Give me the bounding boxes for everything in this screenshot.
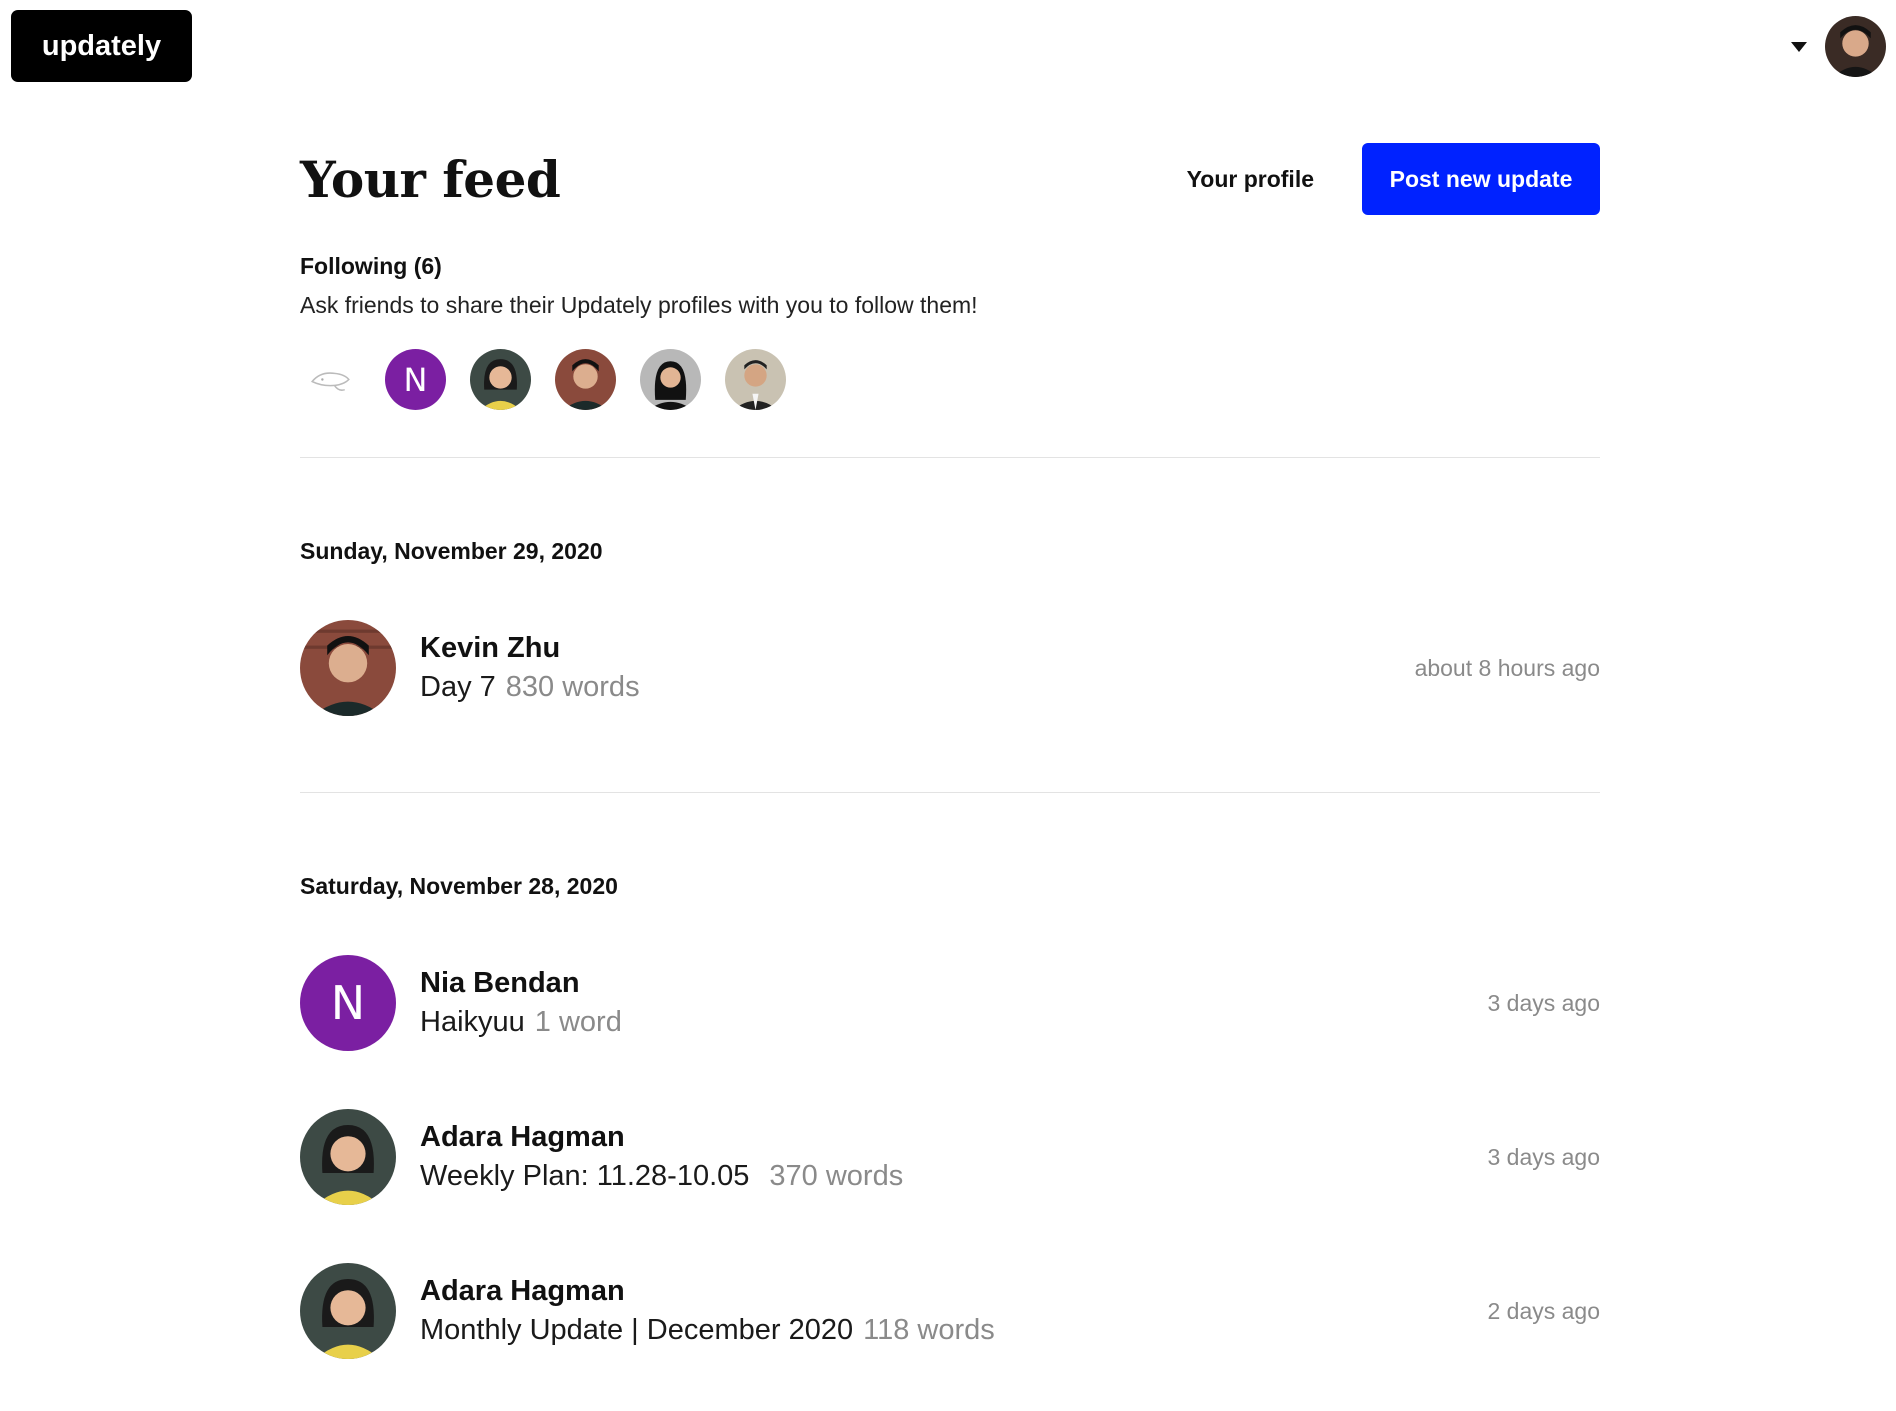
your-profile-link[interactable]: Your profile <box>1187 166 1314 193</box>
update-avatar-adara[interactable] <box>300 1263 396 1359</box>
update-avatar-adara[interactable] <box>300 1109 396 1205</box>
update-title: Monthly Update | December 2020 <box>420 1314 854 1346</box>
update-word-count: 830 words <box>505 671 640 703</box>
update-text: Nia Bendan Haikyuu 1 word <box>420 964 1487 1042</box>
update-word-count: 370 words <box>769 1160 904 1192</box>
following-avatar-sketch-icon[interactable] <box>300 349 361 410</box>
date-heading: Saturday, November 28, 2020 <box>300 873 618 899</box>
following-avatar-man-suit[interactable] <box>725 349 786 410</box>
update-timestamp: about 8 hours ago <box>1414 654 1600 681</box>
update-text: Adara Hagman Weekly Plan: 11.28-10.05 370… <box>420 1118 1487 1196</box>
account-menu[interactable] <box>1791 16 1886 77</box>
update-subtitle: Day 7 830 words <box>420 667 1415 707</box>
update-row[interactable]: Adara Hagman Monthly Update | December 2… <box>300 1263 1600 1359</box>
update-word-count: 118 words <box>863 1314 995 1346</box>
update-timestamp: 3 days ago <box>1487 1143 1600 1170</box>
following-title: Following (6) <box>300 253 442 279</box>
current-user-avatar[interactable] <box>1825 16 1886 77</box>
update-title: Day 7 <box>420 671 496 703</box>
page-title: Your feed <box>300 149 561 209</box>
feed-header: Your feed Your profile Post new update <box>300 143 1600 215</box>
following-avatar-nia[interactable]: N <box>385 349 446 410</box>
post-new-update-button[interactable]: Post new update <box>1362 143 1600 215</box>
update-row[interactable]: N Nia Bendan Haikyuu 1 word 3 days ago <box>300 955 1600 1051</box>
updately-logo[interactable]: updately <box>11 10 192 82</box>
update-text: Kevin Zhu Day 7 830 words <box>420 629 1415 707</box>
update-row[interactable]: Adara Hagman Weekly Plan: 11.28-10.05 370… <box>300 1109 1600 1205</box>
update-title: Haikyuu <box>420 1006 525 1038</box>
avatar-letter: N <box>330 976 366 1030</box>
update-subtitle: Weekly Plan: 11.28-10.05 370 words <box>420 1156 1487 1196</box>
section-divider <box>300 457 1600 458</box>
update-author: Adara Hagman <box>420 1275 625 1307</box>
update-text: Adara Hagman Monthly Update | December 2… <box>420 1272 1487 1350</box>
header-actions: Your profile Post new update <box>1187 143 1600 215</box>
update-timestamp: 3 days ago <box>1487 989 1600 1016</box>
update-avatar-kevin[interactable] <box>300 620 396 716</box>
update-word-count: 1 word <box>534 1006 622 1038</box>
update-author: Kevin Zhu <box>420 632 561 664</box>
update-author: Nia Bendan <box>420 967 580 999</box>
update-title: Weekly Plan: 11.28-10.05 <box>420 1160 750 1192</box>
following-hint: Ask friends to share their Updately prof… <box>300 292 978 318</box>
update-avatar-nia[interactable]: N <box>300 955 396 1051</box>
section-divider <box>300 792 1600 793</box>
following-avatar-woman[interactable] <box>640 349 701 410</box>
date-heading: Sunday, November 29, 2020 <box>300 538 603 564</box>
feed-main: Your feed Your profile Post new update F… <box>300 143 1600 1359</box>
following-avatar-kevin[interactable] <box>555 349 616 410</box>
update-author: Adara Hagman <box>420 1121 625 1153</box>
update-row[interactable]: Kevin Zhu Day 7 830 words about 8 hours a… <box>300 620 1600 716</box>
following-avatar-adara[interactable] <box>470 349 531 410</box>
update-subtitle: Monthly Update | December 2020 118 words <box>420 1310 1487 1350</box>
following-avatars: N <box>300 349 1600 410</box>
update-subtitle: Haikyuu 1 word <box>420 1002 1487 1042</box>
dropdown-caret-icon[interactable] <box>1791 41 1807 52</box>
update-timestamp: 2 days ago <box>1487 1297 1600 1324</box>
avatar-letter: N <box>403 360 428 399</box>
following-section: Following (6) Ask friends to share their… <box>300 253 1600 410</box>
